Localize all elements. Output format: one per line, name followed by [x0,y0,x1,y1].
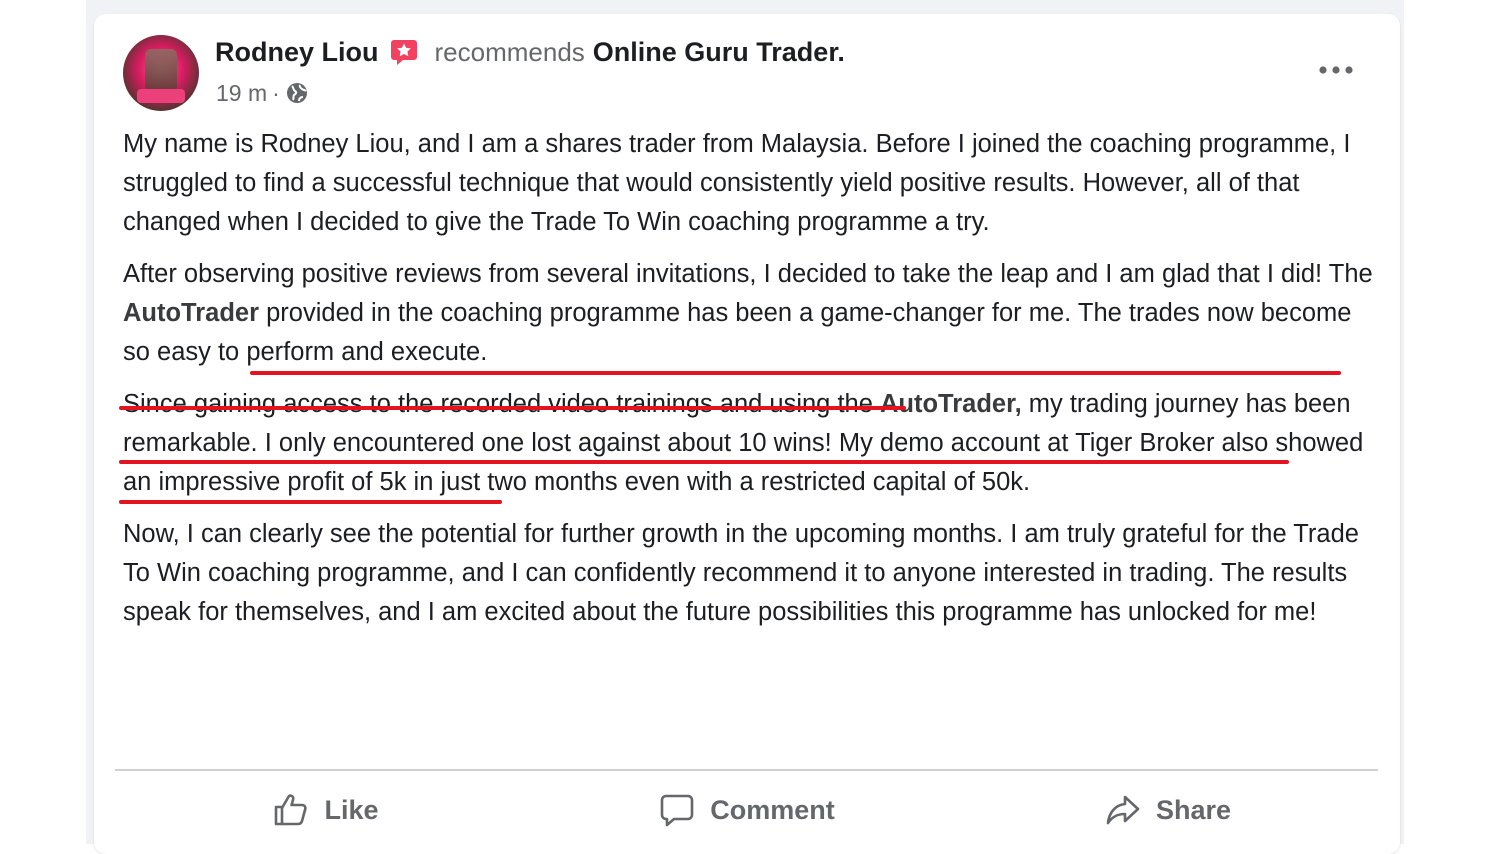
actions-divider [115,769,1378,771]
highlight-underline [119,406,906,410]
recommended-page-name[interactable]: Online Guru Trader. [593,37,845,68]
meta-separator: · [272,79,280,106]
post-header: Rodney Liou recommends Online Guru Trade… [215,34,845,70]
highlight-underline [119,500,502,504]
post-text: My name is Rodney Liou, and I am a share… [123,125,1385,645]
recommend-star-icon [389,37,419,67]
paragraph-text: My name is Rodney Liou, and I am a share… [123,130,1351,236]
share-arrow-icon [1106,795,1140,825]
post-paragraph-3: Since gaining access to the recorded vid… [123,385,1385,502]
post-paragraph-2: After observing positive reviews from se… [123,255,1385,372]
avatar[interactable] [123,35,199,111]
post-paragraph-1: My name is Rodney Liou, and I am a share… [123,125,1385,242]
thumbs-up-icon [275,794,308,826]
post-actions-bar: Like Comment Share [115,778,1378,842]
like-button[interactable]: Like [115,778,536,842]
like-label: Like [324,794,379,825]
paragraph-text: provided in the coaching programme has b… [123,299,1352,366]
highlight-underline [119,460,1289,464]
share-label: Share [1155,794,1232,825]
comment-bubble-icon [660,794,694,827]
paragraph-text: After observing positive reviews from se… [123,260,1373,288]
autotrader-highlight: AutoTrader, [879,390,1022,418]
avatar-image-detail [145,49,177,89]
more-options-icon[interactable] [1316,56,1356,84]
paragraph-text: Since gaining access to the recorded vid… [123,390,880,418]
post-meta: 19 m · [216,78,309,108]
paragraph-text: Now, I can clearly see the potential for… [123,520,1359,626]
autotrader-highlight: AutoTrader [123,299,260,327]
post-paragraph-4: Now, I can clearly see the potential for… [123,515,1385,632]
comment-label: Comment [710,794,835,825]
highlight-underline [250,371,1341,375]
globe-icon[interactable] [285,81,309,105]
author-name[interactable]: Rodney Liou [215,37,379,68]
share-button[interactable]: Share [957,778,1378,842]
recommends-label: recommends [434,36,585,67]
comment-button[interactable]: Comment [536,778,957,842]
post-timestamp[interactable]: 19 m [216,80,267,107]
avatar-image-detail-2 [137,89,185,103]
